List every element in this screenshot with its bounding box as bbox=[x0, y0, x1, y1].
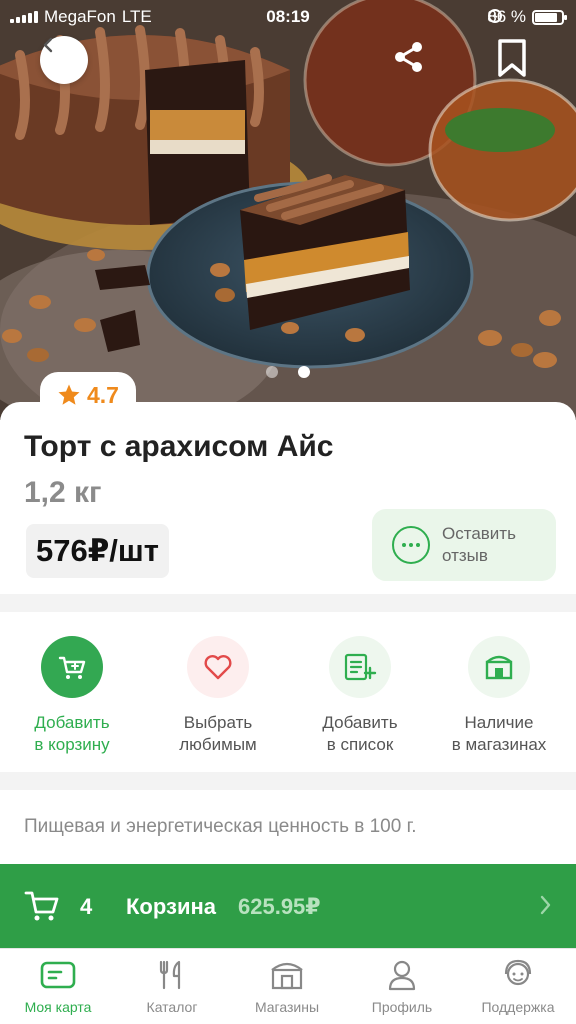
tab-profile[interactable]: Профиль bbox=[347, 959, 457, 1015]
divider bbox=[0, 772, 576, 790]
rating-badge: 4.7 bbox=[40, 372, 136, 418]
battery-icon bbox=[532, 9, 567, 25]
tab-stores[interactable]: Магазины bbox=[232, 959, 342, 1015]
leave-review-label: Оставить отзыв bbox=[442, 524, 516, 565]
cart-bar[interactable]: 4 Корзина 625.95₽ bbox=[0, 864, 576, 948]
carousel-dot-active[interactable] bbox=[298, 366, 310, 378]
store-availability-label: Наличие в магазинах bbox=[451, 713, 547, 754]
action-icon-wrap bbox=[41, 636, 103, 698]
back-button[interactable] bbox=[40, 36, 88, 84]
tab-label: Профиль bbox=[371, 999, 433, 1015]
carousel-dot[interactable] bbox=[266, 366, 278, 378]
rating-value: 4.7 bbox=[87, 381, 119, 408]
action-icon-wrap bbox=[329, 636, 391, 698]
heart-icon bbox=[204, 655, 232, 680]
cart-icon bbox=[58, 656, 86, 679]
list-add-icon bbox=[344, 653, 377, 681]
tab-label: Моя карта bbox=[24, 999, 92, 1015]
tab-label: Каталог bbox=[146, 999, 198, 1015]
add-to-list-button[interactable]: Добавить в список bbox=[290, 636, 430, 756]
product-title: Торт с арахисом Айс bbox=[24, 430, 334, 463]
cart-count: 4 bbox=[80, 894, 93, 919]
cart-total: 625.95₽ bbox=[238, 894, 321, 919]
add-to-cart-button[interactable]: Добавить в корзину bbox=[2, 636, 142, 756]
chevron-left-icon bbox=[43, 37, 53, 53]
star-icon bbox=[58, 384, 80, 405]
action-icon-wrap bbox=[468, 636, 530, 698]
profile-icon bbox=[388, 960, 416, 991]
tab-label: Магазины bbox=[254, 999, 320, 1015]
cutlery-icon bbox=[159, 960, 181, 990]
chat-bubble-icon bbox=[392, 526, 430, 564]
nutrition-heading: Пищевая и энергетическая ценность в 100 … bbox=[24, 816, 417, 837]
tab-label: Поддержка bbox=[481, 999, 555, 1015]
bookmark-icon bbox=[498, 39, 526, 77]
divider bbox=[0, 594, 576, 612]
cart-icon bbox=[24, 891, 59, 921]
store-icon bbox=[485, 655, 513, 680]
tab-catalog[interactable]: Каталог bbox=[117, 959, 227, 1015]
bookmark-button[interactable] bbox=[496, 38, 540, 82]
product-price: 576₽/шт bbox=[26, 524, 169, 578]
share-icon bbox=[395, 42, 422, 72]
store-availability-button[interactable]: Наличие в магазинах bbox=[429, 636, 569, 756]
status-bar: MegaFon LTE 08:19 86 % bbox=[0, 0, 576, 34]
product-photo[interactable]: MegaFon LTE 08:19 86 % bbox=[0, 0, 576, 420]
favorite-button[interactable]: Выбрать любимым bbox=[148, 636, 288, 756]
tab-my-card[interactable]: Моя карта bbox=[3, 959, 113, 1015]
bottom-tab-bar: Моя карта Каталог Магазины Профиль Подде… bbox=[0, 948, 576, 1024]
support-icon bbox=[504, 959, 532, 986]
add-to-cart-label: Добавить в корзину bbox=[34, 713, 110, 754]
action-icon-wrap bbox=[187, 636, 249, 698]
favorite-label: Выбрать любимым bbox=[179, 713, 257, 754]
alarm-icon bbox=[488, 9, 503, 23]
chevron-right-icon bbox=[540, 895, 551, 915]
cart-label: Корзина bbox=[126, 894, 216, 919]
add-to-list-label: Добавить в список bbox=[322, 713, 398, 754]
product-weight: 1,2 кг bbox=[24, 476, 102, 509]
product-screen: MegaFon LTE 08:19 86 % 4.7 Торт с арахис… bbox=[0, 0, 576, 1024]
status-right: 86 % bbox=[487, 7, 567, 27]
share-button[interactable] bbox=[392, 40, 434, 82]
card-icon bbox=[40, 961, 76, 989]
store-icon bbox=[271, 962, 303, 990]
leave-review-button[interactable]: Оставить отзыв bbox=[372, 509, 556, 581]
tab-support[interactable]: Поддержка bbox=[463, 959, 573, 1015]
action-row: Добавить в корзину Выбрать любимым Добав… bbox=[0, 612, 576, 772]
